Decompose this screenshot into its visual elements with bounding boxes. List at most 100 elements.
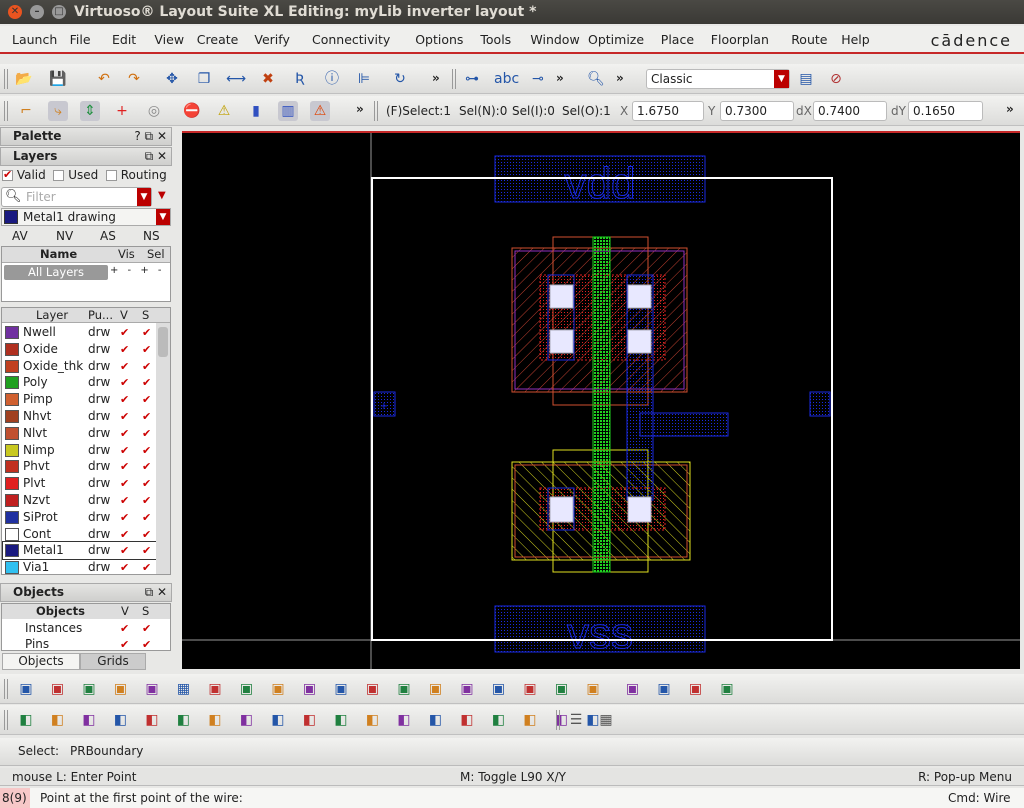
stretch-icon[interactable]: ⟷ xyxy=(226,69,246,89)
output-pin[interactable] xyxy=(809,391,831,417)
tool-5-icon[interactable]: ◧ xyxy=(142,710,162,730)
selectable-checkbox[interactable] xyxy=(142,559,153,576)
selectable-checkbox[interactable] xyxy=(142,358,153,375)
layer-row-nwell[interactable]: Nwell drw xyxy=(3,324,157,341)
layer-row-nzvt[interactable]: Nzvt drw xyxy=(3,492,157,509)
layer-row-oxide[interactable]: Oxide drw xyxy=(3,341,157,358)
redo-icon[interactable]: ↷ xyxy=(124,69,144,89)
rotate-icon[interactable]: ↻ xyxy=(390,69,410,89)
filter-menu-icon[interactable]: ▼ xyxy=(158,190,166,201)
layer-row-via1[interactable]: Via1 drw xyxy=(3,559,157,576)
menu-file[interactable]: File xyxy=(70,32,91,47)
tool-6-icon[interactable]: ◧ xyxy=(174,710,194,730)
create-pin-icon[interactable]: ⊶ xyxy=(462,69,482,89)
align-left-icon[interactable]: ▣ xyxy=(654,679,674,699)
layer-row-oxide_thk[interactable]: Oxide_thk drw xyxy=(3,358,157,375)
hierarchy-icon[interactable]: ▣ xyxy=(16,679,36,699)
zoom-fit-icon[interactable]: ▣ xyxy=(426,679,446,699)
menu-help[interactable]: Help xyxy=(841,32,870,47)
group-icon[interactable]: ▣ xyxy=(205,679,225,699)
selectable-checkbox[interactable] xyxy=(142,425,153,442)
used-checkbox[interactable] xyxy=(53,170,65,181)
selectable-checkbox[interactable] xyxy=(142,391,153,408)
visible-checkbox[interactable] xyxy=(120,492,131,509)
workspace-select[interactable]: Classic ▼ xyxy=(646,69,790,89)
selectable-checkbox[interactable] xyxy=(142,408,153,425)
layer-row-nimp[interactable]: Nimp drw xyxy=(3,442,157,459)
zoom-icon[interactable]: 🔍︎ xyxy=(586,69,606,89)
tool-1-icon[interactable]: ◧ xyxy=(16,710,36,730)
visible-checkbox[interactable] xyxy=(120,341,131,358)
save-icon[interactable]: 💾 xyxy=(48,69,68,89)
folder-icon[interactable]: ▣ xyxy=(237,679,257,699)
x-coord-field[interactable]: 1.6750 xyxy=(632,101,704,121)
fit-icon[interactable]: ▣ xyxy=(394,679,414,699)
open-folder-icon[interactable]: 📂 xyxy=(14,69,34,89)
visible-checkbox[interactable] xyxy=(120,391,131,408)
swap-io-icon[interactable]: ▣ xyxy=(552,679,572,699)
selectable-checkbox[interactable] xyxy=(142,542,153,559)
all-visible-button[interactable]: AV xyxy=(12,229,28,243)
tool-9-icon[interactable]: ◧ xyxy=(268,710,288,730)
selectable-checkbox[interactable] xyxy=(142,458,153,475)
create-path-icon[interactable]: ⌐ xyxy=(16,101,36,121)
layer-row-poly[interactable]: Poly drw xyxy=(3,374,157,391)
maximize-icon[interactable]: □ xyxy=(52,5,66,19)
menu-launch[interactable]: Launch xyxy=(12,32,57,47)
selectable-checkbox[interactable] xyxy=(142,374,153,391)
checker-icon[interactable]: ▦ xyxy=(174,679,194,699)
visible-checkbox[interactable] xyxy=(120,559,131,576)
all-layers-item[interactable]: All Layers xyxy=(4,265,108,280)
undo-icon[interactable]: ↶ xyxy=(94,69,114,89)
area-select-icon[interactable]: ◎ xyxy=(144,101,164,121)
visible-checkbox[interactable] xyxy=(120,475,131,492)
drc-warning-icon[interactable]: ⚠ xyxy=(214,101,234,121)
selectable-checkbox[interactable] xyxy=(142,442,153,459)
tab-grids[interactable]: Grids xyxy=(80,653,146,670)
layer-row-nhvt[interactable]: Nhvt drw xyxy=(3,408,157,425)
layer-row-plvt[interactable]: Plvt drw xyxy=(3,475,157,492)
poly-gate[interactable] xyxy=(592,236,611,573)
toolbar-grip[interactable] xyxy=(4,710,8,730)
overflow-button[interactable]: » xyxy=(616,71,624,85)
menu-tools[interactable]: Tools xyxy=(480,32,511,47)
save-workspace-icon[interactable]: ▤ xyxy=(796,69,816,89)
object-row-pins[interactable]: Pins xyxy=(3,636,157,653)
chevron-down-icon[interactable]: ▼ xyxy=(156,209,170,225)
layout-canvas[interactable]: vdd vss + xyxy=(182,131,1020,669)
menu-connectivity[interactable]: Connectivity xyxy=(312,32,390,47)
menu-optimize[interactable]: Optimize xyxy=(588,32,644,47)
visible-checkbox[interactable] xyxy=(120,636,131,653)
visible-checkbox[interactable] xyxy=(120,324,131,341)
chevron-down-icon[interactable]: ▼ xyxy=(137,188,151,206)
rename-icon[interactable]: Ʀ xyxy=(290,69,310,89)
layer-row-cont[interactable]: Cont drw xyxy=(3,526,157,543)
close-icon[interactable]: ✕ xyxy=(8,5,22,19)
chevron-down-icon[interactable]: ▼ xyxy=(774,70,789,88)
tool-15-icon[interactable]: ◧ xyxy=(457,710,477,730)
panel-controls-icon[interactable]: ⧉ ✕ xyxy=(145,584,167,601)
panel-controls-icon[interactable]: ? ⧉ ✕ xyxy=(134,128,167,145)
tool-12-icon[interactable]: ◧ xyxy=(363,710,383,730)
selectable-checkbox[interactable] xyxy=(142,526,153,543)
menu-verify[interactable]: Verify xyxy=(254,32,289,47)
delete-icon[interactable]: ✖ xyxy=(258,69,278,89)
minimize-icon[interactable]: – xyxy=(30,5,44,19)
pin-stack-icon[interactable]: ▣ xyxy=(142,679,162,699)
marker-icon[interactable]: ▮ xyxy=(246,101,266,121)
routing-checkbox[interactable] xyxy=(105,170,117,181)
grid-icon[interactable]: ▦ xyxy=(596,710,616,730)
export-icon[interactable]: ▣ xyxy=(489,679,509,699)
selectable-checkbox[interactable] xyxy=(142,492,153,509)
label-icon[interactable]: abc xyxy=(494,69,519,89)
move-icon[interactable]: ✥ xyxy=(162,69,182,89)
stretch-mode-icon[interactable]: ⇕ xyxy=(80,101,100,121)
select-mode-icon[interactable]: ⤷ xyxy=(48,101,68,121)
film-icon[interactable]: ▣ xyxy=(300,679,320,699)
layer-row-metal1[interactable]: Metal1 drw xyxy=(2,541,158,561)
toolbar-grip[interactable] xyxy=(556,710,560,730)
menu-view[interactable]: View xyxy=(154,32,184,47)
boundary-icon[interactable]: ▣ xyxy=(79,679,99,699)
selectable-checkbox[interactable] xyxy=(142,341,153,358)
wire-icon[interactable]: ▣ xyxy=(363,679,383,699)
